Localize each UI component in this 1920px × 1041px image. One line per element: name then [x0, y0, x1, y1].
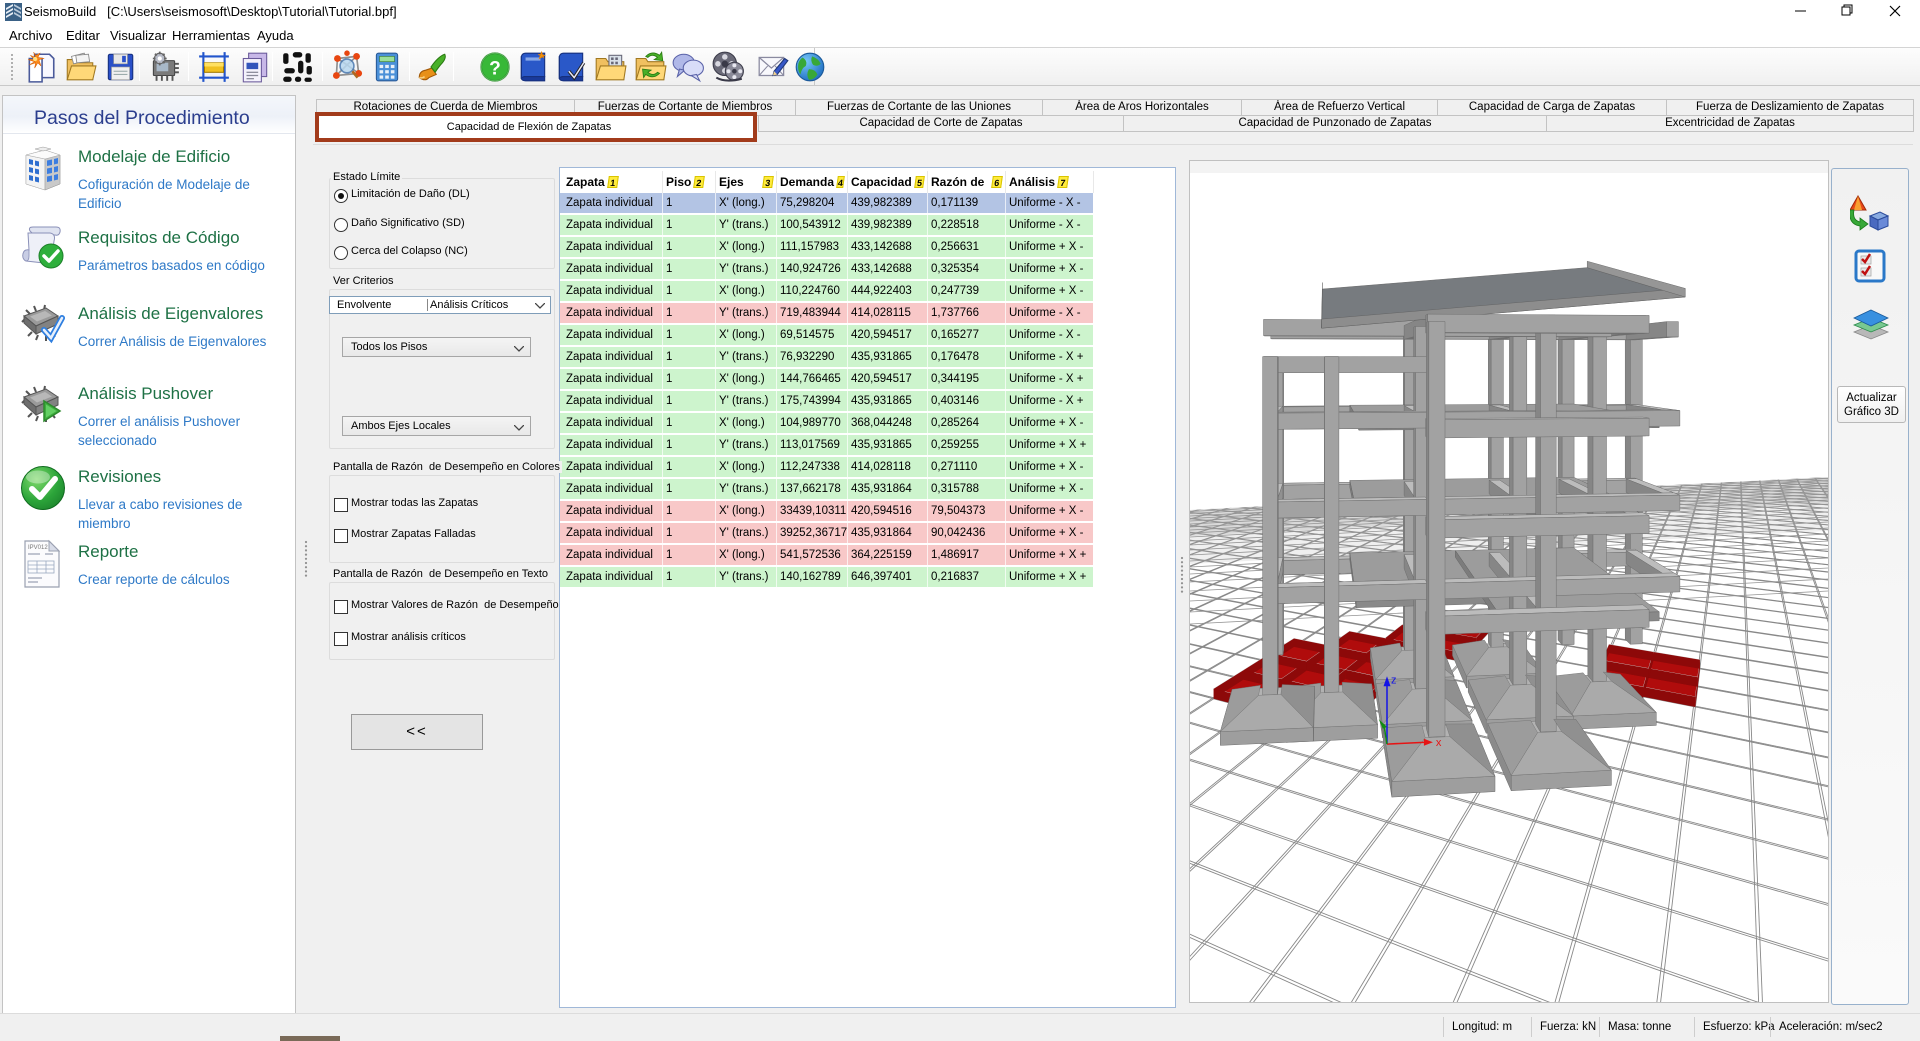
svg-text:x: x [1436, 737, 1442, 749]
svg-text:z: z [1391, 674, 1397, 686]
svg-text:IPV012: IPV012 [28, 545, 48, 551]
svg-text:?: ? [489, 58, 501, 79]
